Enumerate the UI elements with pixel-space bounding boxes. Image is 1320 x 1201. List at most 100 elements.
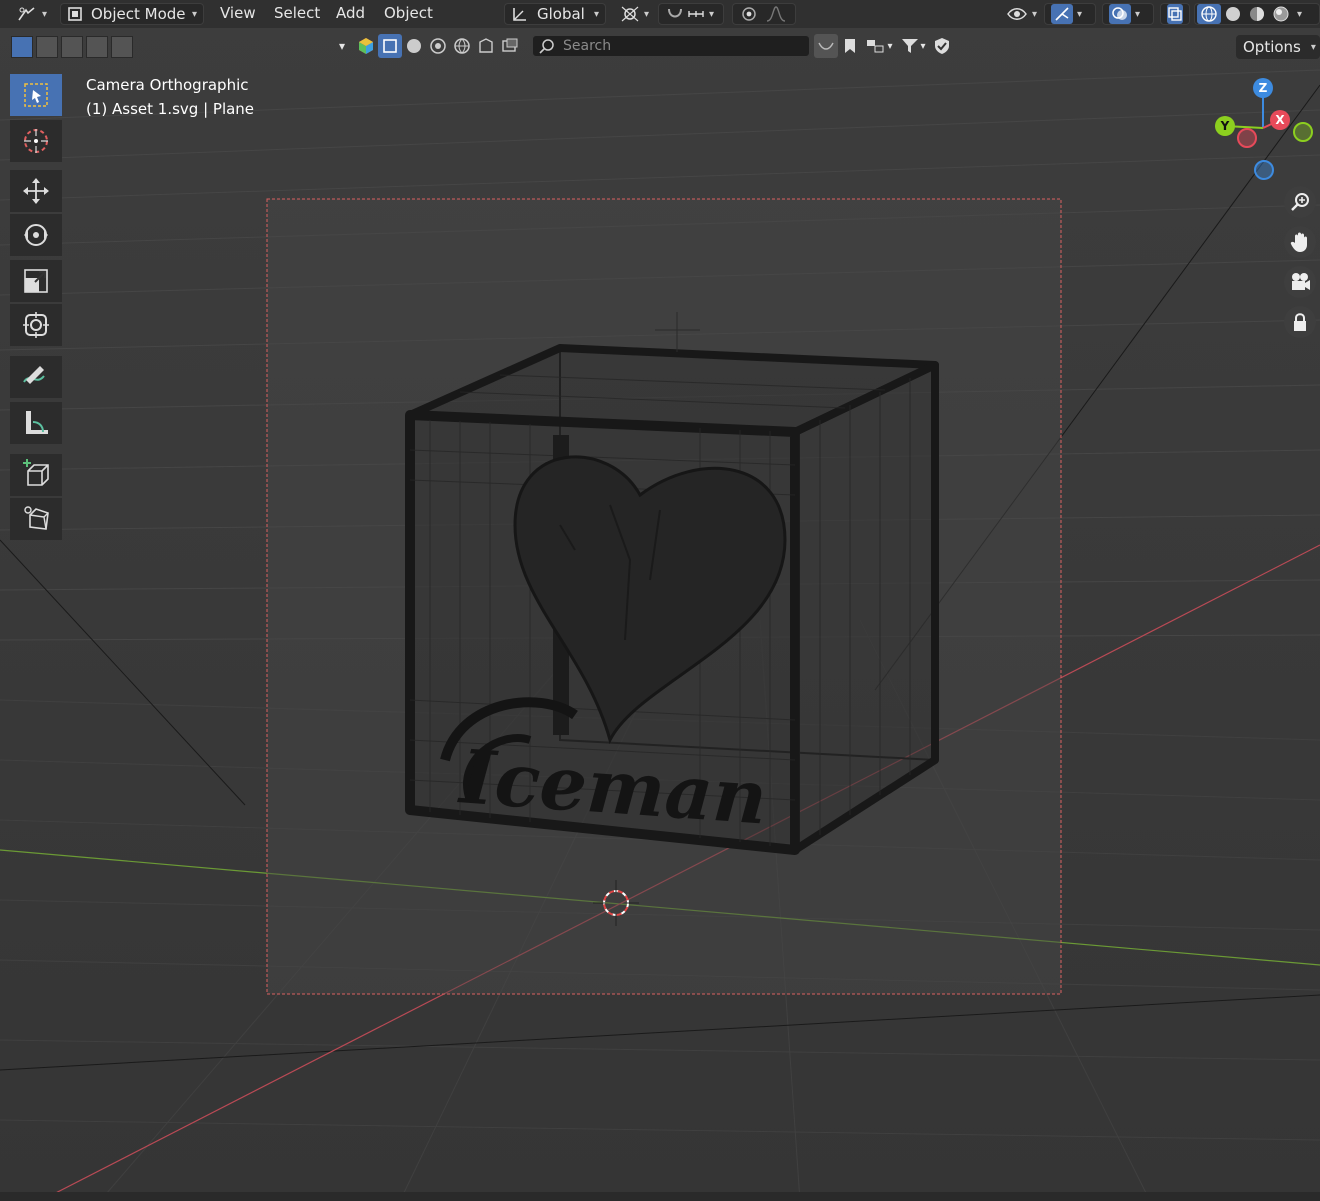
add-primitive-tool[interactable] (10, 498, 62, 540)
search-input[interactable]: Search (532, 35, 810, 57)
falloff-curve-icon (765, 5, 787, 23)
viewport-canvas[interactable]: Iceman (0, 0, 1320, 1201)
viewport-header: ▾ Object Mode ▾ View Select Add Object G… (0, 0, 1320, 28)
curve-icon[interactable] (814, 34, 838, 58)
rotate-icon (21, 220, 51, 250)
options-label: Options (1243, 38, 1301, 56)
menu-object[interactable]: Object (384, 4, 433, 22)
lock-camera-icon (1289, 311, 1311, 333)
add-cube-icon (20, 459, 52, 491)
cursor-icon (21, 126, 51, 156)
camera-label: Camera Orthographic (86, 76, 249, 94)
chevron-down-icon: ▾ (191, 8, 197, 20)
editor-type-button[interactable]: ▾ (10, 3, 53, 25)
scale-tool[interactable] (10, 260, 62, 302)
chevron-down-icon[interactable]: ▾ (1297, 9, 1302, 20)
wireframe-shading-icon[interactable] (1197, 4, 1221, 24)
texture-filter-icon[interactable] (474, 34, 498, 58)
snap-magnet-icon (665, 5, 687, 23)
transform-icon (21, 310, 51, 340)
chevron-down-icon: ▾ (1135, 8, 1141, 20)
chevron-down-icon: ▾ (1310, 41, 1316, 53)
chevron-down-icon: ▾ (644, 8, 650, 20)
editor-type-icon (16, 5, 38, 23)
transform-orientation-icon (511, 5, 529, 23)
select-mode-subtract[interactable] (61, 36, 83, 58)
object-filter-icon[interactable] (378, 34, 402, 58)
search-icon (539, 38, 555, 54)
visibility-eye-icon (1006, 5, 1028, 23)
overlays-icon (1109, 4, 1131, 24)
xray-button[interactable] (1160, 3, 1190, 25)
solid-shading-icon[interactable] (1221, 5, 1245, 23)
zoom-icon (1289, 191, 1311, 213)
gizmo-neg-y-axis[interactable] (1293, 122, 1313, 142)
xray-icon (1167, 4, 1183, 24)
material-shading-icon[interactable] (1245, 5, 1269, 23)
image-filter-icon[interactable] (498, 34, 522, 58)
select-box-tool[interactable] (10, 74, 62, 116)
orientation-label: Global (537, 5, 585, 23)
options-dropdown[interactable]: Options ▾ (1236, 35, 1320, 59)
gizmo-neg-x-axis[interactable] (1237, 128, 1257, 148)
filter-funnel-icon[interactable]: ▾ (896, 34, 930, 58)
gizmo-neg-z-axis[interactable] (1254, 160, 1274, 180)
proportional-editing-icon (739, 5, 759, 23)
select-mode-intersect[interactable] (111, 36, 133, 58)
camera-view-button[interactable] (1284, 266, 1316, 298)
pan-hand-icon (1289, 231, 1311, 253)
gizmo-y-axis[interactable]: Y (1215, 116, 1235, 136)
snap-button[interactable]: ▾ (658, 3, 724, 25)
object-mode-icon (67, 6, 83, 22)
rotate-tool[interactable] (10, 214, 62, 256)
gizmo-toggle-button[interactable]: ▾ (1044, 3, 1096, 25)
annotate-tool[interactable] (10, 356, 62, 398)
chevron-down-icon: ▾ (1077, 8, 1083, 20)
chevron-down-icon[interactable]: ▾ (330, 34, 354, 58)
zoom-button[interactable] (1284, 186, 1316, 218)
mode-dropdown[interactable]: Object Mode ▾ (60, 3, 204, 25)
world-filter-icon[interactable] (450, 34, 474, 58)
color-wheel-icon[interactable] (354, 34, 378, 58)
snap-increment-icon (687, 6, 705, 22)
select-mode-new[interactable] (11, 36, 33, 58)
menu-add[interactable]: Add (336, 4, 365, 22)
measure-icon (21, 408, 51, 438)
cursor-tool[interactable] (10, 120, 62, 162)
move-tool[interactable] (10, 170, 62, 212)
transform-orientation-dropdown[interactable]: Global ▾ (504, 3, 606, 25)
select-mode-extend[interactable] (36, 36, 58, 58)
proportional-editing-button[interactable] (732, 3, 796, 25)
mesh-filter-icon[interactable] (402, 34, 426, 58)
visibility-button[interactable]: ▾ (1000, 3, 1043, 25)
add-cube-tool[interactable] (10, 454, 62, 496)
menu-view[interactable]: View (220, 4, 256, 22)
shield-icon[interactable] (930, 34, 954, 58)
camera-view-icon (1289, 271, 1311, 293)
select-box-icon (22, 81, 50, 109)
filter-toolbar: ▾ (330, 33, 528, 59)
bottom-border (0, 1192, 1320, 1201)
overlays-button[interactable]: ▾ (1102, 3, 1154, 25)
gizmo-z-axis[interactable]: Z (1253, 78, 1273, 98)
measure-tool[interactable] (10, 402, 62, 444)
gizmo-toggle-icon (1051, 4, 1073, 24)
mode-label: Object Mode (91, 5, 186, 23)
rendered-shading-icon[interactable] (1269, 5, 1293, 23)
select-mode-invert[interactable] (86, 36, 108, 58)
scale-icon (21, 266, 51, 296)
menu-select[interactable]: Select (274, 4, 320, 22)
pan-button[interactable] (1284, 226, 1316, 258)
layout-icon[interactable]: ▾ (862, 34, 896, 58)
transform-tool[interactable] (10, 304, 62, 346)
add-primitive-icon (20, 503, 52, 535)
pivot-point-icon (620, 5, 640, 23)
pivot-point-button[interactable]: ▾ (614, 3, 655, 25)
lock-camera-button[interactable] (1284, 306, 1316, 338)
bookmark-icon[interactable] (838, 34, 862, 58)
chevron-down-icon: ▾ (709, 8, 715, 20)
gizmo-x-axis[interactable]: X (1270, 110, 1290, 130)
navigation-gizmo[interactable]: Z Y X (1205, 72, 1320, 187)
material-filter-icon[interactable] (426, 34, 450, 58)
search-placeholder: Search (563, 38, 612, 54)
